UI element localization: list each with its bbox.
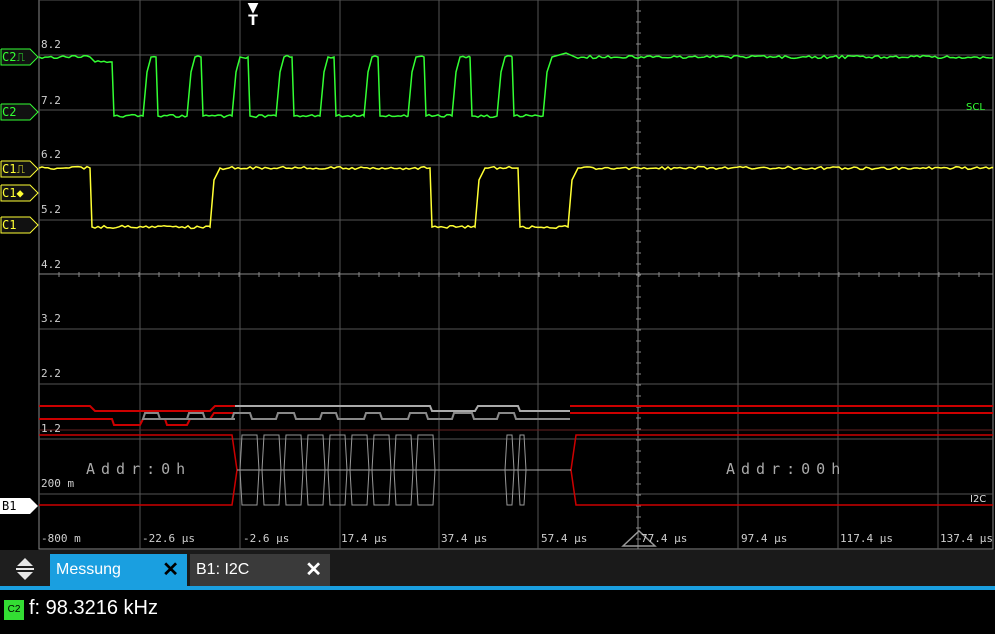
decode-bit xyxy=(416,470,435,505)
decode-bit xyxy=(328,470,347,505)
decode-bit xyxy=(372,435,391,470)
decode-address-right: Addr:00h xyxy=(726,460,846,478)
y-axis-label: 3.2 xyxy=(41,312,61,325)
scl-signal-label: SCL xyxy=(966,102,985,113)
y-axis-label: 7.2 xyxy=(41,94,61,107)
decode-bit xyxy=(284,470,303,505)
trigger-marker[interactable]: ▼ T xyxy=(246,2,260,28)
bus-sda-digital-gray xyxy=(235,406,570,411)
c1-offset-tag[interactable]: C1 xyxy=(2,217,38,234)
x-axis-label: -800 m xyxy=(41,532,81,545)
decode-bit xyxy=(394,470,413,505)
c2-scl-waveform xyxy=(39,53,993,117)
decode-bit xyxy=(394,435,413,470)
decode-bit xyxy=(350,470,369,505)
decode-address-left: Addr:0h xyxy=(86,460,191,478)
decode-bit xyxy=(350,435,369,470)
close-icon[interactable]: ✕ xyxy=(305,554,322,586)
tab-messung[interactable]: Messung ✕ xyxy=(50,554,187,586)
decode-bit xyxy=(306,435,325,470)
y-axis-label: 6.2 xyxy=(41,148,61,161)
decode-bit xyxy=(262,470,281,505)
decode-bit xyxy=(328,435,347,470)
x-axis-label: 37.4 µs xyxy=(441,532,487,545)
y-axis-label: 2.2 xyxy=(41,367,61,380)
tab-b1-i2c[interactable]: B1: I2C ✕ xyxy=(190,554,330,586)
oscilloscope-display[interactable]: ▼ T C2⎍ C2 C1⎍ C1◆ C1 B1 8.2 7.2 6.2 5.2… xyxy=(0,0,995,550)
y-axis-label: 200 m xyxy=(41,477,74,490)
x-axis-label: 117.4 µs xyxy=(840,532,893,545)
decode-bit xyxy=(262,435,281,470)
b1-bus-tag[interactable]: B1 xyxy=(2,498,38,515)
x-axis-label: -22.6 µs xyxy=(142,532,195,545)
i2c-signal-label: I2C xyxy=(970,494,986,505)
x-axis-label: 17.4 µs xyxy=(341,532,387,545)
x-axis-label: -2.6 µs xyxy=(243,532,289,545)
x-axis-label: 137.4 µs xyxy=(940,532,993,545)
bus-scl-digital-gray xyxy=(143,413,570,419)
decode-bit xyxy=(306,470,325,505)
measurement-bar: C2 f: 98.3216 kHz xyxy=(0,590,995,634)
decode-bit xyxy=(240,470,259,505)
bus-sda-digital xyxy=(39,406,235,411)
y-axis-label: 1.2 xyxy=(41,422,61,435)
c2-offset-tag[interactable]: C2 xyxy=(2,104,38,121)
decode-bit xyxy=(416,435,435,470)
c1-sda-waveform xyxy=(39,167,993,229)
frequency-readout[interactable]: f: 98.3216 kHz xyxy=(29,597,158,620)
decode-bit xyxy=(372,470,391,505)
y-axis-label: 5.2 xyxy=(41,203,61,216)
tab-bar: Messung ✕ B1: I2C ✕ xyxy=(0,550,995,588)
y-axis-label: 4.2 xyxy=(41,258,61,271)
x-axis-label: 57.4 µs xyxy=(541,532,587,545)
decode-bit xyxy=(284,435,303,470)
up-down-arrows-icon xyxy=(0,550,50,588)
x-axis-label: 77.4 µs xyxy=(641,532,687,545)
x-axis-label: 97.4 µs xyxy=(741,532,787,545)
channel-badge: C2 xyxy=(4,600,24,620)
c2-trigger-level-tag[interactable]: C2⎍ xyxy=(2,49,38,66)
c1-level-tag[interactable]: C1◆ xyxy=(2,185,38,202)
c1-trigger-level-tag[interactable]: C1⎍ xyxy=(2,161,38,178)
tab-label: Messung xyxy=(56,554,121,586)
tab-label: B1: I2C xyxy=(196,554,249,586)
panel-resize-button[interactable] xyxy=(0,550,50,588)
decode-bit xyxy=(240,435,259,470)
close-icon[interactable]: ✕ xyxy=(162,554,179,586)
y-axis-label: 8.2 xyxy=(41,38,61,51)
